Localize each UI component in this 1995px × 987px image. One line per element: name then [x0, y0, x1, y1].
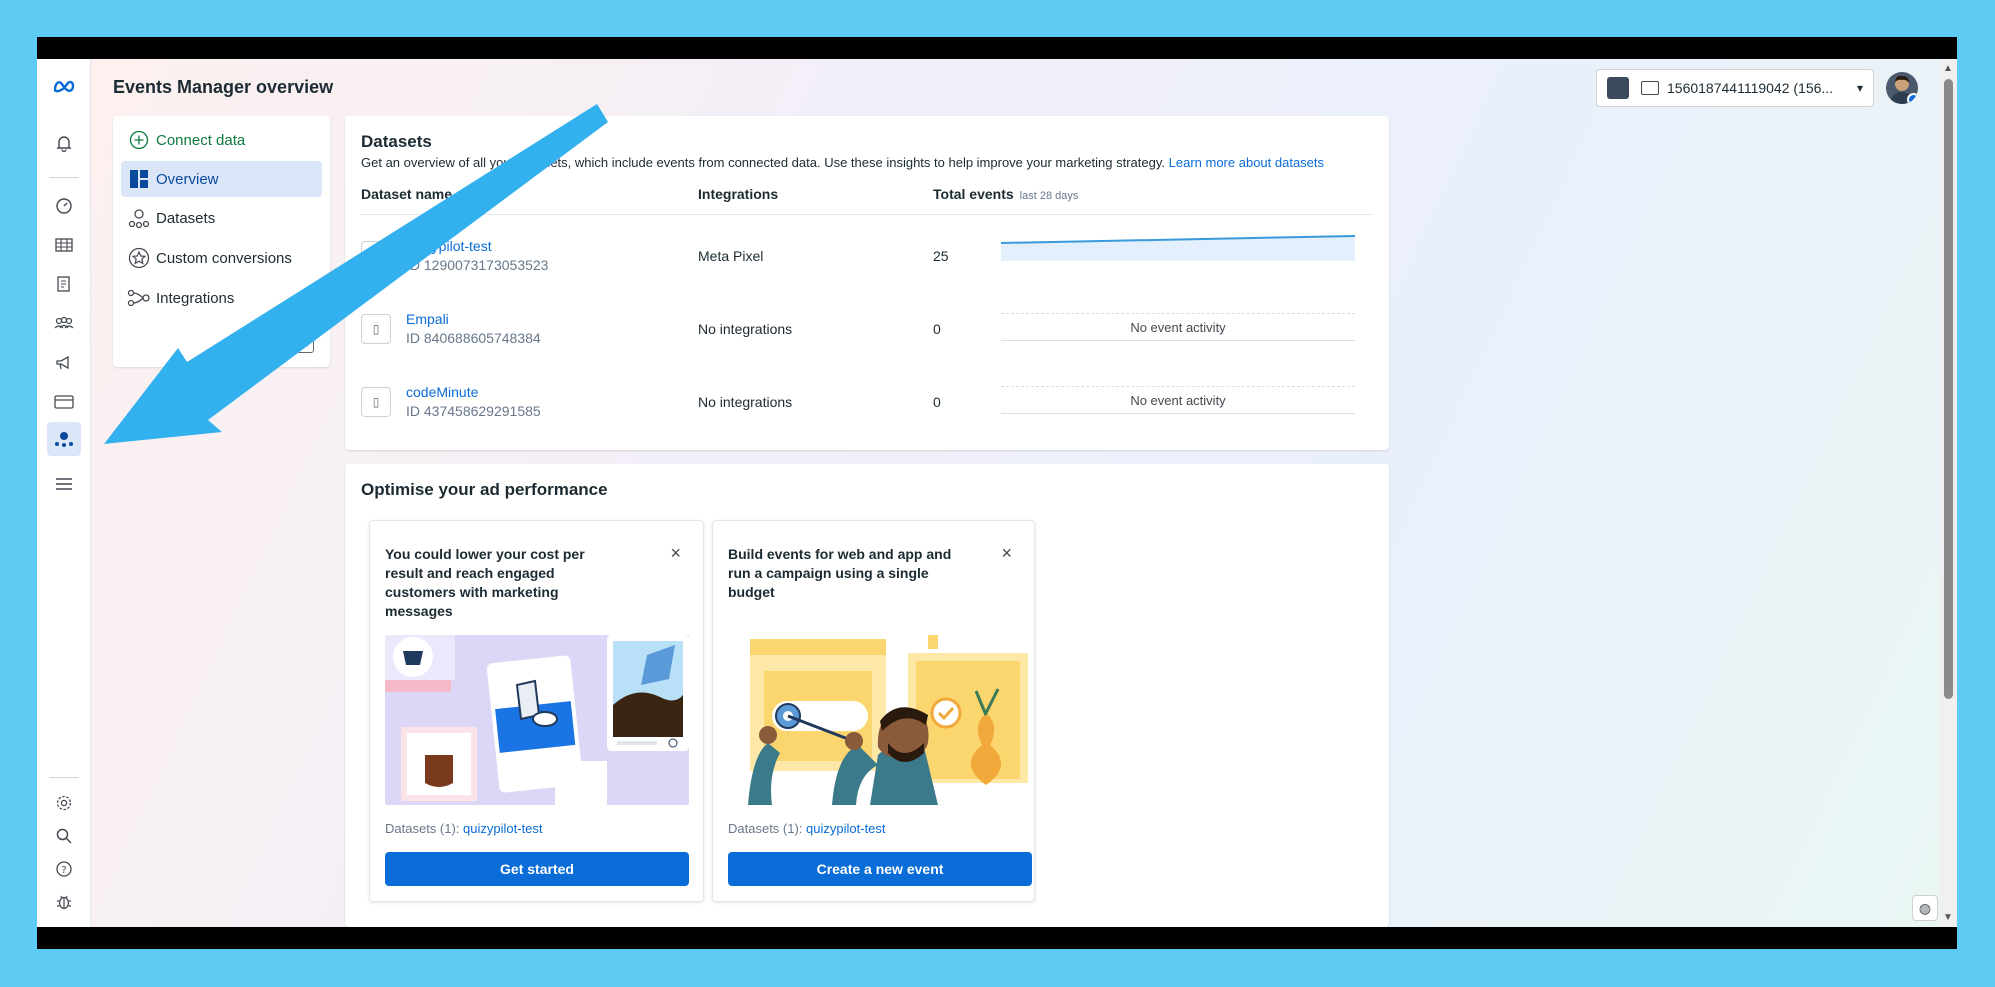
svg-text:?: ?	[61, 865, 66, 876]
megaphone-icon[interactable]	[50, 349, 78, 377]
dataset-id: ID 840688605748384	[406, 330, 541, 346]
bell-icon[interactable]	[50, 129, 78, 157]
meta-prefix: Datasets (1):	[385, 821, 460, 836]
nav-item-integrations[interactable]: Integrations	[121, 280, 322, 316]
event-count: 25	[933, 248, 949, 264]
gauge-icon[interactable]	[50, 192, 78, 220]
nav-item-label: Datasets	[156, 209, 216, 227]
rail-divider-bottom	[49, 777, 79, 778]
account-avatar	[1607, 77, 1629, 99]
search-icon[interactable]	[50, 822, 78, 850]
audiences-icon[interactable]	[50, 309, 78, 337]
integration-value: Meta Pixel	[698, 248, 764, 264]
get-started-button[interactable]: Get started	[385, 852, 689, 886]
integrations-icon	[126, 289, 152, 307]
dataset-link[interactable]: quizypilot-test	[463, 821, 542, 836]
ad-account-label: 1560187441119042 (156...	[1667, 80, 1834, 96]
datasets-description-text: Get an overview of all your datasets, wh…	[361, 155, 1166, 170]
page-title: Events Manager overview	[113, 77, 334, 97]
dataset-id: ID 1290073173053523	[406, 257, 549, 273]
datasets-card: Datasets Get an overview of all your dat…	[345, 116, 1389, 450]
meta-logo-icon[interactable]	[50, 72, 78, 100]
marketing-illustration	[385, 635, 689, 805]
event-sparkline	[1001, 235, 1355, 261]
recommendation-card-build-events: Build events for web and app and run a c…	[712, 520, 1035, 902]
left-rail: ?	[37, 59, 91, 927]
datasets-icon	[126, 207, 152, 229]
globe-icon[interactable]: ◍	[1912, 895, 1938, 921]
datasets-title: Datasets	[361, 132, 432, 151]
meta-prefix: Datasets (1):	[728, 821, 803, 836]
close-icon[interactable]: ×	[1001, 543, 1012, 564]
scroll-up-icon[interactable]: ▲	[1943, 63, 1953, 74]
recommendation-card-marketing-messages: You could lower your cost per result and…	[369, 520, 704, 902]
learn-more-link[interactable]: Learn more about datasets	[1169, 155, 1324, 170]
create-new-event-button[interactable]: Create a new event	[728, 852, 1032, 886]
scroll-down-icon[interactable]: ▼	[1943, 912, 1953, 923]
rail-divider	[49, 177, 79, 178]
dataset-name-link[interactable]: quizypilot-test	[406, 238, 492, 254]
table-row[interactable]: ▯ quizypilot-test ID 1290073173053523 Me…	[361, 227, 1373, 287]
nav-item-label: Overview	[156, 170, 219, 188]
event-count: 0	[933, 394, 941, 410]
events-manager-nav: Connect data Overview Datasets Custom co…	[113, 116, 330, 367]
collapse-panel-icon[interactable]: ◂	[296, 335, 314, 353]
table-row[interactable]: ▯ Empali ID 840688605748384 No integrati…	[361, 300, 1373, 360]
events-manager-icon[interactable]	[47, 422, 81, 456]
connect-data-button[interactable]: Connect data	[121, 122, 322, 158]
no-activity-label: No event activity	[1001, 386, 1355, 414]
integration-value: No integrations	[698, 394, 793, 410]
help-icon[interactable]: ?	[50, 855, 78, 883]
events-manager-window: ? Events Manager overview Connect data O…	[37, 59, 1957, 927]
device-icon: ▯	[361, 387, 391, 417]
bug-icon[interactable]	[50, 888, 78, 916]
datasets-meta: Datasets (1): quizypilot-test	[728, 821, 886, 836]
ad-account-selector[interactable]: 1560187441119042 (156... ▾	[1596, 69, 1874, 107]
event-count: 0	[933, 321, 941, 337]
total-events-label: Total events	[933, 186, 1014, 202]
nav-item-label: Custom conversions	[156, 249, 292, 267]
header-divider	[361, 214, 1373, 215]
datasets-meta: Datasets (1): quizypilot-test	[385, 821, 543, 836]
facebook-badge-icon	[1907, 93, 1918, 104]
business-icon	[1641, 81, 1659, 95]
nav-item-label: Integrations	[156, 289, 235, 307]
gear-icon[interactable]	[50, 789, 78, 817]
page-scrollbar[interactable]: ▲ ▼	[1940, 59, 1957, 927]
table-icon[interactable]	[50, 231, 78, 259]
pages-icon[interactable]	[50, 270, 78, 298]
datasets-description: Get an overview of all your datasets, wh…	[361, 155, 1324, 170]
column-header-dataset-name[interactable]: Dataset name	[361, 186, 452, 202]
dataset-id: ID 437458629291585	[406, 403, 541, 419]
column-header-integrations: Integrations	[698, 186, 779, 202]
no-activity-label: No event activity	[1001, 313, 1355, 341]
recommendation-title: Build events for web and app and run a c…	[728, 546, 952, 600]
nav-item-overview[interactable]: Overview	[121, 161, 322, 197]
profile-avatar[interactable]	[1886, 72, 1918, 104]
close-icon[interactable]: ×	[670, 543, 681, 564]
events-illustration	[728, 635, 1032, 805]
optimise-title: Optimise your ad performance	[361, 480, 608, 499]
column-header-total-events: Total events last 28 days	[933, 186, 1078, 202]
scrollbar-thumb[interactable]	[1944, 79, 1953, 699]
recommendation-title: You could lower your cost per result and…	[385, 546, 585, 619]
nav-item-custom-conversions[interactable]: Custom conversions	[121, 240, 322, 276]
nav-item-datasets[interactable]: Datasets	[121, 200, 322, 236]
billing-card-icon[interactable]	[50, 388, 78, 416]
dataset-name-link[interactable]: codeMinute	[406, 384, 478, 400]
table-row[interactable]: ▯ codeMinute ID 437458629291585 No integ…	[361, 373, 1373, 433]
star-icon	[126, 247, 152, 269]
connect-data-label: Connect data	[156, 131, 246, 149]
optimise-card: Optimise your ad performance You could l…	[345, 464, 1389, 927]
integration-value: No integrations	[698, 321, 793, 337]
period-label: last 28 days	[1019, 190, 1079, 202]
device-icon: ▯	[361, 314, 391, 344]
device-icon: ▯	[361, 241, 391, 271]
dataset-name-link[interactable]: Empali	[406, 311, 449, 327]
chevron-down-icon: ▾	[1856, 81, 1863, 95]
menu-icon[interactable]	[50, 470, 78, 498]
overview-icon	[126, 169, 152, 189]
plus-circle-icon	[126, 130, 152, 150]
dataset-link[interactable]: quizypilot-test	[806, 821, 885, 836]
